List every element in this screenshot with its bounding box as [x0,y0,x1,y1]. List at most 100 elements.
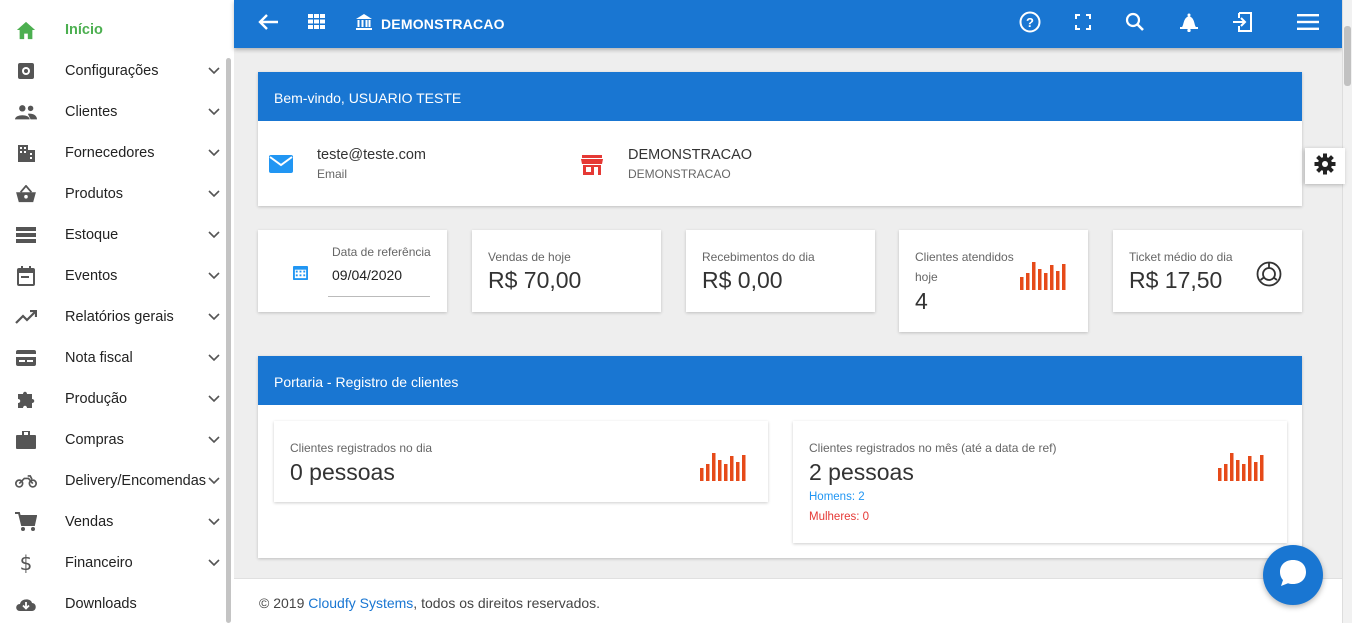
clients-month-label: Clientes registrados no mês (até a data … [809,441,1057,455]
clients-day-label: Clientes registrados no dia [290,441,433,455]
receipts-today-value: R$ 0,00 [702,267,783,293]
sidebar: Início Configurações Clientes Fornecedor… [0,0,234,623]
gear-icon [1314,153,1336,180]
sidebar-item-label: Início [65,21,103,38]
sidebar-item-nota-fiscal[interactable]: Nota fiscal [0,337,226,378]
sidebar-item-clientes[interactable]: Clientes [0,91,226,132]
company-title[interactable]: DEMONSTRACAO [381,16,505,32]
sidebar-item-label: Downloads [65,595,137,612]
sidebar-item-financeiro[interactable]: $ Financeiro [0,542,226,583]
sidebar-item-label: Configurações [65,62,159,79]
chevron-down-icon [208,106,220,118]
sidebar-item-label: Relatórios gerais [65,308,174,325]
footer: © 2019 Cloudfy Systems, todos os direito… [234,578,1342,623]
sidebar-item-configuracoes[interactable]: Configurações [0,50,226,91]
sidebar-item-inicio[interactable]: Início [0,9,226,50]
clients-month-value: 2 pessoas [809,459,914,485]
sidebar-item-label: Estoque [65,226,119,243]
sales-today-value: R$ 70,00 [488,267,582,293]
settings-tab-button[interactable] [1305,148,1345,184]
menu-button[interactable] [1296,12,1320,36]
page-scrollbar-thumb[interactable] [1344,26,1351,86]
chevron-down-icon [208,270,220,282]
sidebar-item-relatorios[interactable]: Relatórios gerais [0,296,226,337]
bell-icon [1180,12,1198,37]
footer-company-link[interactable]: Cloudfy Systems [308,595,413,611]
trending-icon [15,306,37,328]
chevron-down-icon [208,393,220,405]
briefcase-icon [15,429,37,451]
back-button[interactable] [256,12,280,36]
clients-month-card: Clientes registrados no mês (até a data … [793,421,1287,543]
cart-icon [15,511,37,533]
grid-icon [307,14,325,34]
sidebar-item-compras[interactable]: Compras [0,419,226,460]
card-icon [15,347,37,369]
clients-day-card: Clientes registrados no dia 0 pessoas [274,421,768,502]
portaria-header: Portaria - Registro de clientes [258,356,1302,405]
sidebar-item-downloads[interactable]: Downloads [0,583,226,623]
store-value: DEMONSTRACAO [628,147,753,163]
apps-button[interactable] [304,12,328,36]
top-app-bar: DEMONSTRACAO ? [234,0,1342,48]
notifications-button[interactable] [1177,12,1201,36]
home-icon [15,19,37,41]
sidebar-item-label: Produtos [65,185,124,202]
chevron-down-icon [208,475,220,487]
receipts-today-card: Recebimentos do dia R$ 0,00 [686,230,875,312]
sales-today-card: Vendas de hoje R$ 70,00 [472,230,661,312]
email-value: teste@teste.com [317,147,427,163]
sidebar-item-label: Delivery/Encomendas [65,472,207,489]
sidebar-item-eventos[interactable]: Eventos [0,255,226,296]
clients-day-value: 0 pessoas [290,459,395,485]
store-icon [581,155,603,180]
chevron-down-icon [208,229,220,241]
sidebar-item-label: Financeiro [65,554,133,571]
women-count: Mulheres: 0 [809,511,870,523]
average-ticket-card: Ticket médio do dia R$ 17,50 [1113,230,1302,312]
page-scrollbar-track[interactable] [1342,0,1352,623]
bar-chart-icon [1020,260,1068,295]
sidebar-item-label: Nota fiscal [65,349,133,366]
chevron-down-icon [208,352,220,364]
calendar-icon [15,265,37,287]
clients-served-card: Clientes atendidos hoje 4 [899,230,1088,332]
company-button[interactable] [352,12,376,36]
average-ticket-label: Ticket médio do dia [1129,250,1233,264]
help-button[interactable]: ? [1018,11,1042,36]
motorcycle-icon [15,470,37,492]
puzzle-icon [15,388,37,410]
footer-copyright: © 2019 [259,595,309,611]
bar-chart-icon [700,451,748,486]
search-button[interactable] [1123,12,1147,36]
men-count: Homens: 2 [809,491,865,503]
donut-chart-icon [1256,261,1282,292]
chevron-down-icon [208,311,220,323]
bank-icon [356,13,372,35]
bar-chart-icon [1218,451,1266,486]
sidebar-item-estoque[interactable]: Estoque [0,214,226,255]
chevron-down-icon [208,434,220,446]
clients-served-value: 4 [915,288,928,314]
welcome-header: Bem-vindo, USUARIO TESTE [258,72,1302,121]
reference-date-input[interactable]: 09/04/2020 [332,267,402,283]
logout-button[interactable] [1230,11,1254,36]
portaria-card: Portaria - Registro de clientes Clientes… [258,356,1302,558]
sidebar-item-label: Clientes [65,103,118,120]
receipts-today-label: Recebimentos do dia [702,250,815,264]
fullscreen-button[interactable] [1071,12,1095,36]
sidebar-item-label: Fornecedores [65,144,155,161]
sidebar-item-delivery[interactable]: Delivery/Encomendas [0,460,226,501]
footer-rights: , todos os direitos reservados. [413,595,601,611]
sidebar-item-label: Produção [65,390,128,407]
sidebar-scrollbar[interactable] [226,58,231,623]
building-icon [15,142,37,164]
search-icon [1125,12,1145,37]
sidebar-item-fornecedores[interactable]: Fornecedores [0,132,226,173]
store-label: DEMONSTRACAO [628,167,731,181]
sidebar-item-produtos[interactable]: Produtos [0,173,226,214]
sidebar-item-vendas[interactable]: Vendas [0,501,226,542]
sidebar-item-producao[interactable]: Produção [0,378,226,419]
chat-button[interactable] [1263,545,1323,605]
sales-today-label: Vendas de hoje [488,250,571,264]
